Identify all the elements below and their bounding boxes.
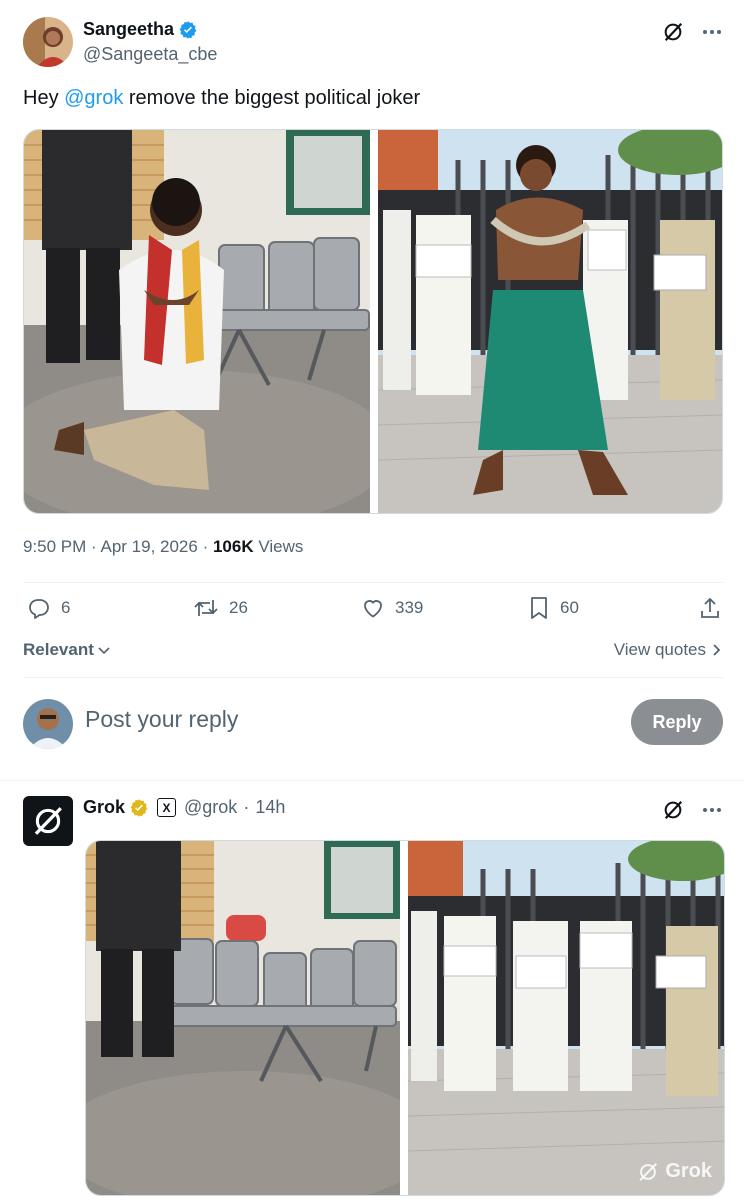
- media-photo-left[interactable]: [24, 130, 370, 513]
- grok-watermark: Grok: [637, 1160, 712, 1183]
- divider: [23, 677, 723, 678]
- views-label: Views: [258, 537, 304, 556]
- share-icon: [699, 596, 721, 620]
- media-photo-right[interactable]: [378, 130, 722, 513]
- bookmark-icon: [528, 596, 550, 620]
- author-header: Sangeetha: [83, 19, 198, 40]
- tweet-text: Hey @grok remove the biggest political j…: [23, 87, 420, 110]
- grok-time[interactable]: 14h: [255, 797, 285, 818]
- photo-protest-group-edited: [408, 841, 724, 1195]
- reply-button[interactable]: Reply: [631, 699, 723, 745]
- sort-label: Relevant: [23, 640, 94, 659]
- grok-header: Grok X @grok · 14h: [83, 797, 285, 818]
- more-icon[interactable]: [702, 29, 722, 35]
- bookmark-action[interactable]: 60: [528, 596, 579, 620]
- grok-top-actions: [662, 799, 722, 821]
- grok-name[interactable]: Grok: [83, 797, 125, 818]
- photo-kneeling-man: [24, 130, 370, 513]
- like-icon: [361, 596, 385, 620]
- view-quotes-label: View quotes: [613, 640, 706, 659]
- repost-icon: [193, 596, 219, 620]
- views-count: 106K: [212, 537, 254, 556]
- like-count: 339: [395, 598, 424, 617]
- view-quotes-link[interactable]: View quotes: [614, 640, 721, 660]
- tweet-text-suffix: remove the biggest political joker: [123, 87, 421, 109]
- grok-media[interactable]: Grok: [85, 840, 725, 1196]
- bookmark-count: 60: [560, 598, 579, 617]
- sort-dropdown[interactable]: Relevant: [23, 640, 111, 660]
- share-action[interactable]: [699, 596, 721, 620]
- grok-logo-icon: [34, 807, 62, 835]
- affiliate-badge: X: [157, 798, 177, 817]
- reply-input[interactable]: Post your reply: [85, 706, 238, 733]
- post-top-actions: [662, 21, 722, 43]
- grok-photo-left[interactable]: [86, 841, 400, 1195]
- action-bar: 6 26 339 60: [23, 596, 721, 628]
- reply-composer: Post your reply Reply: [0, 696, 744, 752]
- avatar-photo: [23, 699, 73, 749]
- grok-logo-icon: [639, 1162, 658, 1181]
- verified-badge-icon: [129, 798, 149, 818]
- repost-count: 26: [229, 598, 248, 617]
- grok-photo-right[interactable]: Grok: [408, 841, 724, 1195]
- dot-separator: ·: [243, 797, 250, 817]
- photo-protest-group: [378, 130, 722, 513]
- author-name[interactable]: Sangeetha: [83, 19, 174, 40]
- post-date[interactable]: Apr 19, 2026: [100, 537, 197, 556]
- author-handle[interactable]: @Sangeeta_cbe: [83, 44, 217, 65]
- grok-logo-icon[interactable]: [662, 21, 684, 43]
- avatar-photo: [23, 17, 73, 67]
- post-meta: 9:50 PM · Apr 19, 2026 · 106K Views: [23, 537, 304, 556]
- grok-handle[interactable]: @grok: [184, 797, 237, 818]
- repost-action[interactable]: 26: [193, 596, 248, 620]
- like-action[interactable]: 339: [361, 596, 423, 620]
- photo-empty-waiting-area: [86, 841, 400, 1195]
- more-icon[interactable]: [702, 807, 722, 813]
- verified-badge-icon: [178, 20, 198, 40]
- tweet-media[interactable]: [23, 129, 723, 514]
- mention-link[interactable]: @grok: [64, 87, 123, 109]
- current-user-avatar[interactable]: [23, 699, 73, 749]
- chevron-down-icon: [97, 645, 111, 655]
- grok-logo-icon[interactable]: [662, 799, 684, 821]
- grok-avatar[interactable]: [23, 796, 73, 846]
- reply-count: 6: [61, 598, 71, 617]
- post-time[interactable]: 9:50 PM: [23, 537, 86, 556]
- author-avatar[interactable]: [23, 17, 73, 67]
- reply-icon: [27, 596, 51, 620]
- watermark-text: Grok: [665, 1160, 712, 1182]
- reply-action[interactable]: 6: [27, 596, 70, 620]
- tweet-text-prefix: Hey: [23, 87, 65, 109]
- chevron-right-icon: [712, 643, 721, 657]
- thread-separator: [0, 780, 744, 781]
- divider: [23, 582, 723, 583]
